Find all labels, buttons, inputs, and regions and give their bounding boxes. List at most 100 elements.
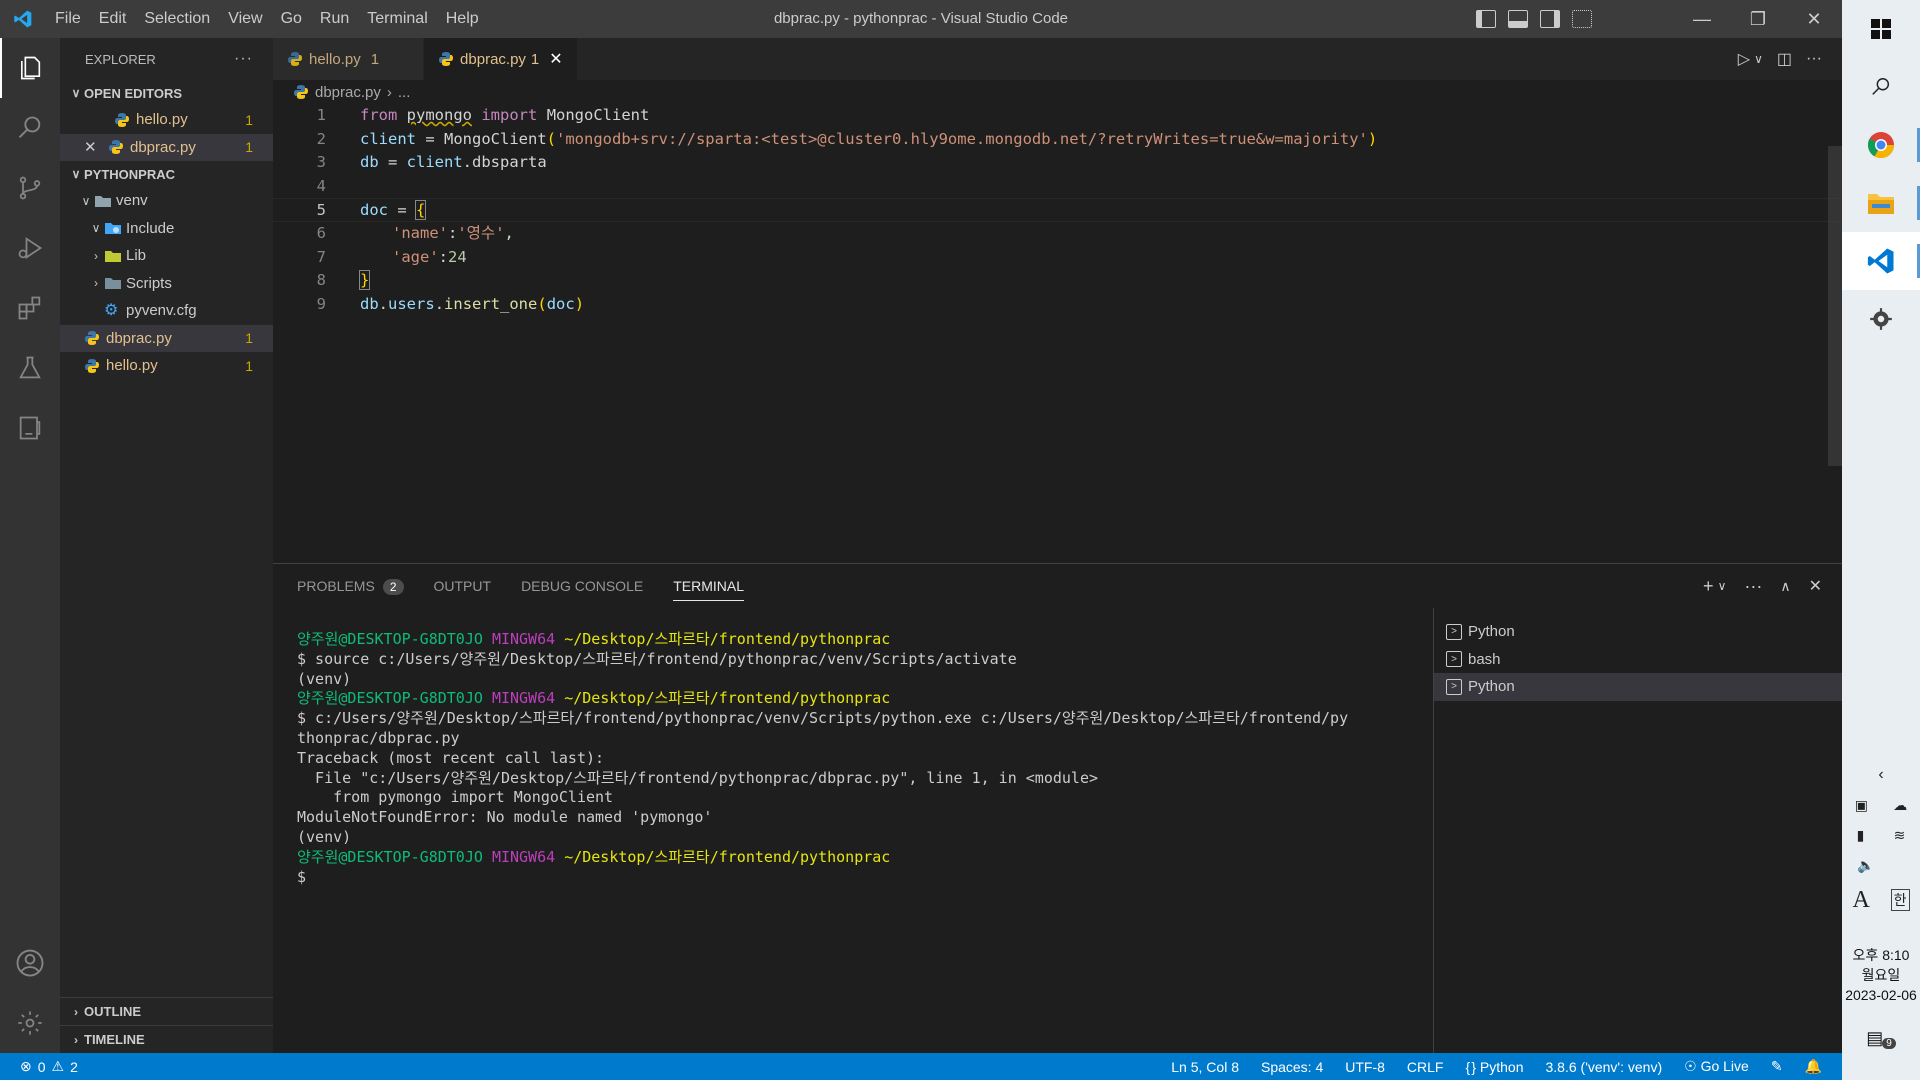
terminal-output[interactable]: 양주원@DESKTOP-G8DT0JO MINGW64 ~/Desktop/스파… bbox=[297, 630, 1447, 887]
search-icon[interactable] bbox=[1842, 58, 1920, 116]
menu-edit[interactable]: Edit bbox=[90, 0, 136, 38]
testing-icon[interactable] bbox=[0, 338, 60, 398]
run-debug-icon[interactable] bbox=[0, 218, 60, 278]
code-token: client bbox=[360, 129, 416, 148]
battery-icon[interactable]: ▮ bbox=[1857, 827, 1865, 844]
breadcrumb-file[interactable]: dbprac.py bbox=[315, 84, 381, 101]
more-actions-icon[interactable]: ··· bbox=[1744, 576, 1762, 597]
project-section[interactable]: ∨ PYTHONPRAC bbox=[60, 161, 273, 187]
tab-debug-console[interactable]: DEBUG CONSOLE bbox=[521, 578, 643, 594]
encoding[interactable]: UTF-8 bbox=[1345, 1059, 1385, 1075]
chevron-left-icon[interactable]: ‹ bbox=[1842, 760, 1920, 790]
terminal-line: 양주원@DESKTOP-G8DT0JO MINGW64 ~/Desktop/스파… bbox=[297, 689, 1447, 709]
windows-start-icon[interactable] bbox=[1842, 0, 1920, 58]
minimize-icon[interactable]: — bbox=[1674, 0, 1730, 38]
settings-gear-icon[interactable] bbox=[1842, 290, 1920, 348]
restore-icon[interactable]: ❐ bbox=[1730, 0, 1786, 38]
wifi-icon[interactable]: ≋ bbox=[1894, 827, 1906, 844]
split-editor-icon[interactable]: ◫ bbox=[1777, 49, 1792, 69]
chevron-down-icon[interactable]: ∨ bbox=[1754, 52, 1763, 66]
terminal-list-item[interactable]: > Python bbox=[1434, 673, 1842, 701]
code-token: dbsparta bbox=[472, 153, 547, 172]
vscode-taskbar-icon[interactable] bbox=[1842, 232, 1920, 290]
language-mode[interactable]: { } Python bbox=[1465, 1059, 1523, 1075]
toggle-secondary-sidebar-icon[interactable] bbox=[1540, 10, 1560, 28]
onedrive-cloud-icon[interactable]: ☁ bbox=[1893, 797, 1907, 814]
menu-run[interactable]: Run bbox=[311, 0, 358, 38]
extensions-icon[interactable] bbox=[0, 278, 60, 338]
tree-file[interactable]: hello.py 1 bbox=[60, 352, 273, 380]
end-of-line[interactable]: CRLF bbox=[1407, 1059, 1444, 1075]
breadcrumb-rest[interactable]: ... bbox=[398, 84, 411, 101]
go-live-button[interactable]: ☉ Go Live bbox=[1684, 1058, 1749, 1075]
error-icon: ⊗ bbox=[20, 1058, 32, 1074]
menu-terminal[interactable]: Terminal bbox=[358, 0, 436, 38]
editor-scrollbar[interactable] bbox=[1828, 146, 1842, 466]
tab-output[interactable]: OUTPUT bbox=[434, 578, 492, 594]
ime-mode-indicator[interactable]: A bbox=[1852, 887, 1869, 914]
close-window-icon[interactable]: ✕ bbox=[1786, 0, 1842, 38]
terminal-list-item[interactable]: > Python bbox=[1434, 618, 1842, 646]
search-icon[interactable] bbox=[0, 98, 60, 158]
settings-gear-icon[interactable] bbox=[0, 993, 60, 1053]
chrome-icon[interactable] bbox=[1842, 116, 1920, 174]
open-editor-item[interactable]: hello.py 1 bbox=[60, 106, 273, 134]
menu-go[interactable]: Go bbox=[272, 0, 311, 38]
menu-help[interactable]: Help bbox=[437, 0, 488, 38]
menu-file[interactable]: File bbox=[46, 0, 90, 38]
close-icon[interactable]: ✕ bbox=[84, 138, 108, 156]
code-token: 'name' bbox=[392, 223, 448, 242]
remote-explorer-icon[interactable] bbox=[0, 398, 60, 458]
code-editor[interactable]: 1 from pymongo import MongoClient 2 client… bbox=[273, 104, 1842, 563]
line-number: 1 bbox=[316, 106, 326, 124]
customize-layout-icon[interactable] bbox=[1572, 10, 1592, 28]
code-line: 7 'age':24 bbox=[273, 246, 1842, 270]
device-icon[interactable]: ▣ bbox=[1855, 797, 1868, 814]
close-panel-icon[interactable]: ✕ bbox=[1809, 576, 1822, 596]
toggle-panel-icon[interactable] bbox=[1508, 10, 1528, 28]
indentation[interactable]: Spaces: 4 bbox=[1261, 1059, 1323, 1075]
windows-taskbar: ‹ ▣ ☁ ▮ ≋ 🔈 A 한 오후 8:10 월요일 2023-02-06 ▤… bbox=[1842, 0, 1920, 1080]
tree-folder[interactable]: ∨ venv bbox=[60, 187, 273, 215]
toggle-primary-sidebar-icon[interactable] bbox=[1476, 10, 1496, 28]
terminal-list-item[interactable]: > bash bbox=[1434, 646, 1842, 674]
line-number: 4 bbox=[316, 176, 326, 195]
tab-terminal[interactable]: TERMINAL bbox=[673, 578, 744, 601]
maximize-panel-icon[interactable]: ∧ bbox=[1780, 578, 1790, 595]
taskbar-clock[interactable]: 오후 8:10 월요일 2023-02-06 bbox=[1842, 945, 1920, 1005]
tab-hello-py[interactable]: hello.py 1 bbox=[273, 38, 425, 80]
code-line: 2 client = MongoClient('mongodb+srv://spa… bbox=[273, 128, 1842, 152]
tab-dbprac-py[interactable]: dbprac.py 1 ✕ bbox=[424, 38, 578, 80]
run-python-file-icon[interactable]: ▷ bbox=[1738, 49, 1750, 69]
open-editors-section[interactable]: ∨ OPEN EDITORS bbox=[60, 80, 273, 106]
file-explorer-icon[interactable] bbox=[1842, 174, 1920, 232]
close-icon[interactable]: ✕ bbox=[549, 49, 562, 69]
open-editor-item[interactable]: ✕ dbprac.py 1 bbox=[60, 133, 273, 161]
cursor-position[interactable]: Ln 5, Col 8 bbox=[1171, 1059, 1239, 1075]
notifications-bell-icon[interactable]: 🔔 bbox=[1805, 1058, 1822, 1075]
feedback-icon[interactable]: ✎ bbox=[1771, 1058, 1783, 1075]
menu-selection[interactable]: Selection bbox=[135, 0, 219, 38]
python-interpreter[interactable]: 3.8.6 ('venv': venv) bbox=[1546, 1059, 1663, 1075]
more-actions-icon[interactable]: ··· bbox=[1806, 50, 1822, 68]
volume-icon[interactable]: 🔈 bbox=[1857, 857, 1874, 874]
more-actions-icon[interactable]: ··· bbox=[234, 50, 253, 68]
problems-status[interactable]: ⊗ 0 ⚠ 2 bbox=[0, 1058, 78, 1075]
files-icon[interactable] bbox=[0, 38, 60, 98]
accounts-icon[interactable] bbox=[0, 933, 60, 993]
new-terminal-icon[interactable]: + bbox=[1703, 576, 1714, 597]
action-center-icon[interactable]: ▤ 9 bbox=[1842, 1028, 1920, 1049]
tree-folder[interactable]: ∨ Include bbox=[60, 215, 273, 243]
menu-view[interactable]: View bbox=[219, 0, 271, 38]
chevron-down-icon[interactable]: ∨ bbox=[1718, 579, 1727, 593]
tree-file[interactable]: dbprac.py 1 bbox=[60, 324, 273, 352]
tab-problems[interactable]: PROBLEMS 2 bbox=[297, 578, 404, 595]
timeline-section[interactable]: › TIMELINE bbox=[60, 1025, 273, 1053]
code-line: 3 db = client.dbsparta bbox=[273, 151, 1842, 175]
outline-section[interactable]: › OUTLINE bbox=[60, 997, 273, 1025]
source-control-icon[interactable] bbox=[0, 158, 60, 218]
tree-file[interactable]: ⚙ pyvenv.cfg bbox=[60, 297, 273, 325]
ime-hangul-indicator[interactable]: 한 bbox=[1890, 889, 1910, 911]
tree-folder[interactable]: › Scripts bbox=[60, 270, 273, 298]
tree-folder[interactable]: › Lib bbox=[60, 242, 273, 270]
